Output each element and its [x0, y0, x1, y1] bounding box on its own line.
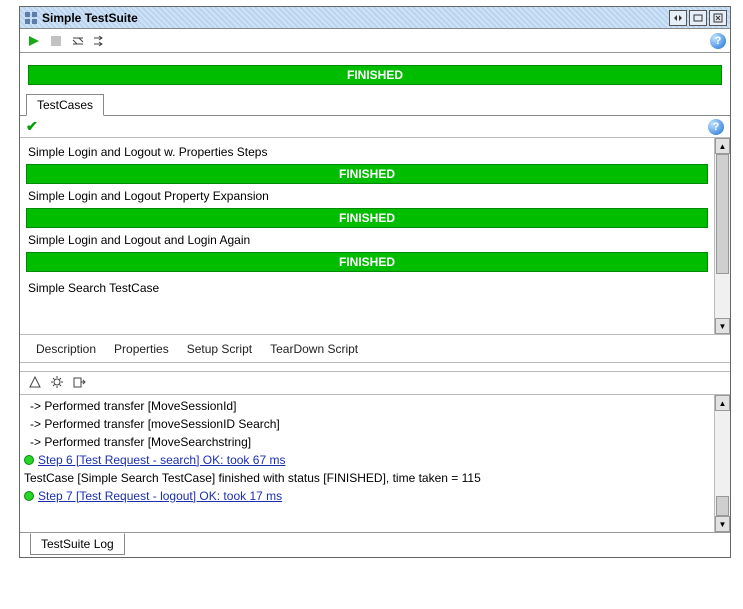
- tab-teardown-script[interactable]: TearDown Script: [270, 342, 358, 356]
- window-title: Simple TestSuite: [42, 11, 138, 25]
- log-line: -> Performed transfer [moveSessionID Sea…: [24, 415, 710, 433]
- ok-dot-icon: [24, 491, 34, 501]
- overall-status-wrap: FINISHED: [20, 53, 730, 93]
- minimize-button[interactable]: [669, 10, 687, 26]
- log-line: Step 7 [Test Request - logout] OK: took …: [24, 487, 710, 505]
- scrollbar-log[interactable]: ▲ ▼: [714, 395, 730, 532]
- log-step-link[interactable]: Step 6 [Test Request - search] OK: took …: [38, 453, 285, 467]
- tab-setup-script[interactable]: Setup Script: [187, 342, 252, 356]
- tab-properties[interactable]: Properties: [114, 342, 169, 356]
- settings-icon[interactable]: [50, 375, 64, 392]
- export-icon[interactable]: [72, 375, 86, 392]
- testcase-row[interactable]: Simple Login and Logout Property Expansi…: [26, 188, 708, 228]
- testcases-scroll: Simple Login and Logout w. Properties St…: [20, 138, 730, 335]
- bottom-tabstrip: TestSuite Log: [20, 533, 730, 557]
- parallel-button[interactable]: [90, 31, 110, 51]
- testcase-name: Simple Search TestCase: [26, 280, 708, 296]
- scroll-down-icon[interactable]: ▼: [715, 318, 730, 334]
- testcase-row[interactable]: Simple Login and Logout and Login Again …: [26, 232, 708, 272]
- scroll-thumb[interactable]: [716, 154, 729, 274]
- maximize-button[interactable]: [689, 10, 707, 26]
- close-button[interactable]: [709, 10, 727, 26]
- testcases-toolbar: ✔ ?: [20, 116, 730, 138]
- grid-icon: [24, 11, 38, 25]
- testcase-status-bar: FINISHED: [26, 252, 708, 272]
- tabstrip-upper: TestCases: [20, 93, 730, 115]
- help-icon[interactable]: ?: [710, 33, 726, 49]
- tab-description[interactable]: Description: [36, 342, 96, 356]
- testcase-status-bar: FINISHED: [26, 164, 708, 184]
- log-step-link[interactable]: Step 7 [Test Request - logout] OK: took …: [38, 489, 282, 503]
- log-area: -> Performed transfer [MoveSessionId] ->…: [20, 395, 730, 533]
- checkmark-icon: ✔: [26, 118, 38, 135]
- testcase-name: Simple Login and Logout w. Properties St…: [26, 144, 708, 160]
- scroll-down-icon[interactable]: ▼: [715, 516, 730, 532]
- loop-button[interactable]: [68, 31, 88, 51]
- titlebar: Simple TestSuite: [20, 7, 730, 29]
- testcase-name: Simple Login and Logout Property Expansi…: [26, 188, 708, 204]
- testcase-status-bar: FINISHED: [26, 208, 708, 228]
- log-line: -> Performed transfer [MoveSearchstring]: [24, 433, 710, 451]
- subtabs: Description Properties Setup Script Tear…: [20, 335, 730, 363]
- run-button[interactable]: [24, 31, 44, 51]
- log-line: Step 6 [Test Request - search] OK: took …: [24, 451, 710, 469]
- ok-dot-icon: [24, 455, 34, 465]
- testcases-list: Simple Login and Logout w. Properties St…: [20, 138, 714, 334]
- testsuite-window: Simple TestSuite ? FINISHED TestCases ✔ …: [19, 6, 731, 558]
- testcase-row[interactable]: Simple Login and Logout w. Properties St…: [26, 144, 708, 184]
- log-lines: -> Performed transfer [MoveSessionId] ->…: [20, 395, 714, 532]
- stop-button[interactable]: [46, 31, 66, 51]
- toolbar: ?: [20, 29, 730, 53]
- help-icon[interactable]: ?: [708, 119, 724, 135]
- scroll-up-icon[interactable]: ▲: [715, 138, 730, 154]
- scroll-up-icon[interactable]: ▲: [715, 395, 730, 411]
- tab-testsuite-log[interactable]: TestSuite Log: [30, 533, 125, 555]
- testcase-row[interactable]: Simple Search TestCase: [26, 280, 708, 296]
- testcases-panel: ✔ ? Simple Login and Logout w. Propertie…: [20, 115, 730, 363]
- log-toolbar: [20, 371, 730, 395]
- testcase-name: Simple Login and Logout and Login Again: [26, 232, 708, 248]
- scrollbar-testcases[interactable]: ▲ ▼: [714, 138, 730, 334]
- scroll-thumb[interactable]: [716, 496, 729, 516]
- log-line: TestCase [Simple Search TestCase] finish…: [24, 469, 710, 487]
- tab-testcases[interactable]: TestCases: [26, 94, 104, 116]
- log-line: -> Performed transfer [MoveSessionId]: [24, 397, 710, 415]
- clear-log-icon[interactable]: [28, 375, 42, 392]
- overall-status-bar: FINISHED: [28, 65, 722, 85]
